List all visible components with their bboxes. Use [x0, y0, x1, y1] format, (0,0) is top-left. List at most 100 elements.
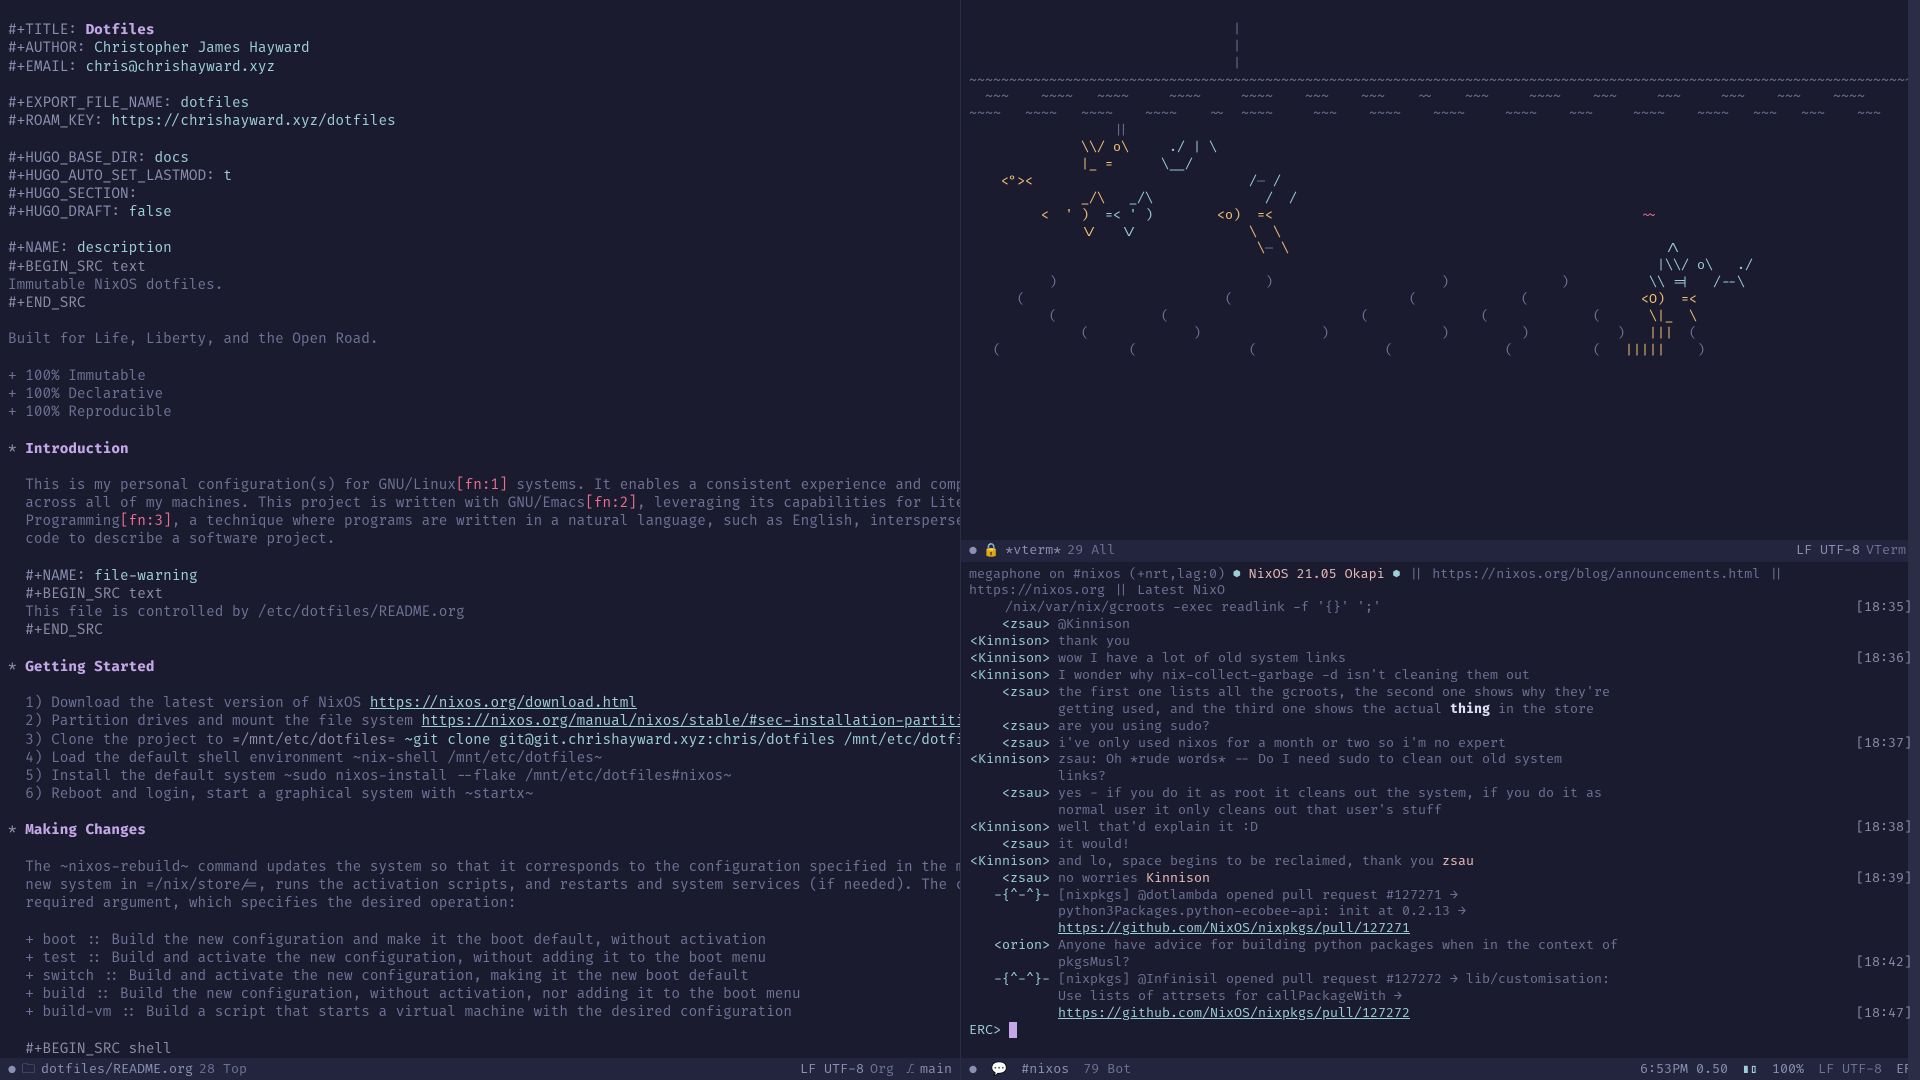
erc-message: https://github.com/NixOS/nixpkgs/pull/12… — [969, 920, 1912, 937]
org-value: chris@chrishayward.xyz — [86, 59, 276, 76]
erc-text: well that'd explain it :D[18:38] — [1054, 819, 1912, 836]
erc-timestamp: [18:38] — [1856, 819, 1912, 836]
org-keyword: #+EMAIL: — [8, 59, 77, 76]
erc-message: <zsau>the first one lists all the gcroot… — [969, 684, 1912, 701]
body-text: across all of my machines. This project … — [8, 495, 585, 512]
body-text: required argument, which specifies the d… — [8, 895, 516, 912]
list-item: + build-vm :: Build a script that starts… — [8, 1004, 792, 1021]
folder-icon: 🗀 — [22, 1061, 35, 1078]
erc-text: normal user it only cleans out that user… — [1054, 802, 1912, 819]
modified-icon: ● — [8, 1061, 16, 1078]
erc-nick: -{^-^}- — [969, 971, 1054, 988]
erc-window[interactable]: megaphone on #nixos (+nrt,lag:0) ⬢ NixOS… — [961, 562, 1920, 1080]
erc-text: https://github.com/NixOS/nixpkgs/pull/12… — [1054, 1005, 1912, 1022]
org-keyword: #+HUGO_BASE_DIR: — [8, 150, 146, 167]
org-value: docs — [154, 150, 188, 167]
body-text: The ~nixos-rebuild~ command updates the … — [8, 859, 960, 876]
footnote[interactable]: [fn:3] — [120, 513, 172, 530]
buffer-name[interactable]: *vterm* — [1005, 542, 1061, 559]
erc-message: -{^-^}-[nixpkgs] @Infinisil opened pull … — [969, 971, 1912, 988]
major-mode[interactable]: VTerm — [1866, 542, 1906, 559]
link[interactable]: https://nixos.org/manual/nixos/stable/#s… — [422, 713, 960, 730]
buffer-name[interactable]: dotfiles/README.org — [41, 1061, 193, 1078]
erc-timestamp: [18:42] — [1856, 954, 1912, 971]
list-item: + switch :: Build and activate the new c… — [8, 968, 749, 985]
org-value: dotfiles — [180, 95, 249, 112]
org-value: file-warning — [94, 568, 197, 585]
erc-text: it would! — [1054, 836, 1912, 853]
org-value: https://chrishayward.xyz/dotfiles — [111, 113, 395, 130]
body-text: Programming — [8, 513, 120, 530]
erc-message: pkgsMusl?[18:42] — [969, 954, 1912, 971]
cursor-position: 79 Bot — [1083, 1061, 1131, 1077]
erc-text: I wonder why nix-collect-garbage -d isn'… — [1054, 667, 1912, 684]
emacs-frame: #+TITLE: Dotfiles #+AUTHOR: Christopher … — [0, 0, 1920, 1080]
erc-nick — [969, 903, 1054, 920]
erc-timestamp: [18:47] — [1856, 1005, 1912, 1022]
org-heading[interactable]: Introduction — [25, 441, 128, 458]
erc-text: pkgsMusl?[18:42] — [1054, 954, 1912, 971]
modified-icon: ● — [969, 542, 977, 559]
erc-prompt[interactable]: ERC> _ — [969, 1022, 1912, 1039]
erc-message: <zsau>i've only used nixos for a month o… — [969, 735, 1912, 752]
right-column: | | | ~~~~~~~~~~~~~~~~~~~~~~~~~~~~~~~~~~… — [960, 0, 1920, 1080]
erc-text: getting used, and the third one shows th… — [1054, 701, 1912, 718]
list-item: + build :: Build the new configuration, … — [8, 986, 801, 1003]
erc-timestamp: [18:36] — [1856, 650, 1912, 667]
erc-topic-cont: /nix/var/nix/gcroots -exec readlink -f '… — [969, 599, 1912, 616]
link[interactable]: https://nixos.org/download.html — [370, 695, 637, 712]
erc-message: <Kinnison>and lo, space begins to be rec… — [969, 853, 1912, 870]
erc-nick: <zsau> — [969, 718, 1054, 735]
vterm-buffer[interactable]: | | | ~~~~~~~~~~~~~~~~~~~~~~~~~~~~~~~~~~… — [961, 0, 1920, 540]
erc-text: Anyone have advice for building python p… — [1054, 937, 1912, 954]
erc-nick — [969, 768, 1054, 785]
editor-window[interactable]: #+TITLE: Dotfiles #+AUTHOR: Christopher … — [0, 0, 960, 1080]
body-text: , leveraging its capabilities for Litera… — [637, 495, 960, 512]
body-text: systems. It enables a consistent experie… — [508, 477, 960, 494]
erc-buffer[interactable]: megaphone on #nixos (+nrt,lag:0) ⬢ NixOS… — [961, 562, 1920, 1058]
major-mode[interactable]: Org — [870, 1061, 894, 1078]
erc-nick: <orion> — [969, 937, 1054, 954]
body-text: new system in =/nix/store/=, runs the ac… — [8, 877, 960, 894]
list-item: + test :: Build and activate the new con… — [8, 950, 766, 967]
erc-text: links? — [1054, 768, 1912, 785]
erc-message: <orion>Anyone have advice for building p… — [969, 937, 1912, 954]
body-text: This is my personal configuration(s) for… — [8, 477, 456, 494]
erc-nick: <Kinnison> — [969, 751, 1054, 768]
erc-timestamp: [18:37] — [1856, 735, 1912, 752]
body-text: Built for Life, Liberty, and the Open Ro… — [8, 331, 378, 348]
erc-message: <zsau>yes - if you do it as root it clea… — [969, 785, 1912, 802]
org-keyword: #+NAME: — [8, 568, 86, 585]
vterm-window[interactable]: | | | ~~~~~~~~~~~~~~~~~~~~~~~~~~~~~~~~~~… — [961, 0, 1920, 562]
org-heading[interactable]: Making Changes — [25, 822, 146, 839]
editor-buffer[interactable]: #+TITLE: Dotfiles #+AUTHOR: Christopher … — [0, 0, 960, 1058]
org-title: Dotfiles — [86, 22, 155, 39]
erc-message: <Kinnison>well that'd explain it :D[18:3… — [969, 819, 1912, 836]
erc-nick: <zsau> — [969, 870, 1054, 887]
org-keyword: #+HUGO_SECTION: — [8, 186, 137, 203]
buffer-name[interactable]: #nixos — [1021, 1061, 1069, 1077]
footnote[interactable]: [fn:2] — [585, 495, 637, 512]
org-keyword: #+TITLE: — [8, 22, 77, 39]
org-value: Christopher James Hayward — [94, 40, 309, 57]
erc-nick: <Kinnison> — [969, 650, 1054, 667]
erc-nick — [969, 802, 1054, 819]
encoding: LF UTF-8 — [1796, 542, 1860, 559]
footnote[interactable]: [fn:1] — [456, 477, 508, 494]
erc-message: python3Packages.python-ecobee-api: init … — [969, 903, 1912, 920]
org-star: * — [8, 441, 17, 458]
erc-message: https://github.com/NixOS/nixpkgs/pull/12… — [969, 1005, 1912, 1022]
org-value: t — [223, 168, 232, 185]
erc-nick: <Kinnison> — [969, 819, 1054, 836]
org-begin-src: #+BEGIN_SRC text — [8, 259, 146, 276]
cursor: _ — [1009, 1022, 1017, 1038]
erc-message: <zsau>it would! — [969, 836, 1912, 853]
list-item: + boot :: Build the new configuration an… — [8, 932, 766, 949]
bullet: + 100% Reproducible — [8, 404, 172, 421]
org-end-src: #+END_SRC — [8, 295, 86, 312]
org-heading[interactable]: Getting Started — [25, 659, 154, 676]
erc-text: i've only used nixos for a month or two … — [1054, 735, 1912, 752]
erc-topic: megaphone on #nixos (+nrt,lag:0) ⬢ NixOS… — [969, 566, 1912, 600]
git-branch[interactable]: main — [920, 1061, 952, 1078]
erc-nick — [969, 701, 1054, 718]
